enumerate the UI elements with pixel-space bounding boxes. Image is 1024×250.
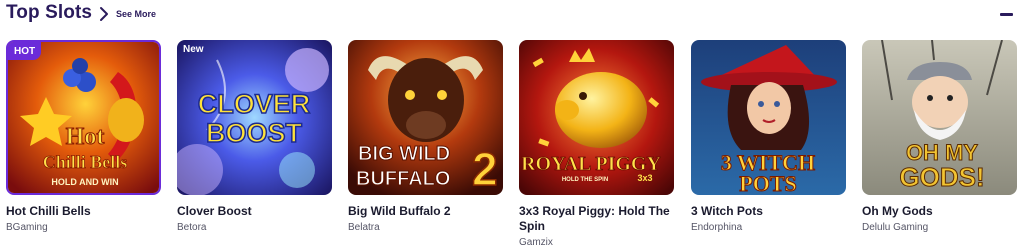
svg-text:Hot: Hot [66, 124, 105, 150]
game-provider[interactable]: Delulu Gaming [862, 221, 1017, 234]
game-provider[interactable]: Gamzix [519, 236, 674, 249]
game-thumbnail[interactable]: OH MY GODS! [862, 40, 1017, 195]
game-card[interactable]: OH MY GODS! Oh My Gods Delulu Gaming [862, 40, 1017, 234]
svg-text:3x3: 3x3 [637, 173, 652, 183]
game-carousel: Hot Chilli Bells HOLD AND WIN HOT Hot Ch… [6, 40, 1018, 250]
game-thumbnail[interactable]: 3 WITCH POTS [691, 40, 846, 195]
game-title[interactable]: Clover Boost [177, 204, 332, 219]
svg-text:POTS: POTS [739, 171, 796, 195]
new-badge: New [183, 44, 204, 55]
game-card[interactable]: Hot Chilli Bells HOLD AND WIN HOT Hot Ch… [6, 40, 161, 234]
game-title[interactable]: Hot Chilli Bells [6, 204, 161, 219]
game-artwork: CLOVER BOOST [177, 40, 332, 195]
game-title[interactable]: Big Wild Buffalo 2 [348, 204, 503, 219]
hot-badge: HOT [8, 42, 42, 60]
chevron-right-icon [100, 7, 108, 21]
svg-text:BIG WILD: BIG WILD [358, 143, 450, 165]
game-artwork: ROYAL PIGGY HOLD THE SPIN 3x3 [519, 40, 674, 195]
game-thumbnail[interactable]: BIG WILD BUFFALO 2 [348, 40, 503, 195]
game-title[interactable]: Oh My Gods [862, 204, 1017, 219]
svg-text:HOLD THE SPIN: HOLD THE SPIN [562, 177, 608, 183]
game-card[interactable]: BIG WILD BUFFALO 2 Big Wild Buffalo 2 Be… [348, 40, 503, 234]
section-header: Top Slots See More [0, 0, 1024, 30]
svg-text:Chilli Bells: Chilli Bells [43, 152, 128, 172]
game-title[interactable]: 3 Witch Pots [691, 204, 846, 219]
game-artwork: OH MY GODS! [862, 40, 1017, 195]
see-more-label: See More [116, 9, 157, 19]
svg-text:GODS!: GODS! [899, 162, 984, 192]
game-provider[interactable]: BGaming [6, 221, 161, 234]
game-title[interactable]: 3x3 Royal Piggy: Hold The Spin [519, 204, 674, 234]
game-artwork: Hot Chilli Bells HOLD AND WIN [8, 42, 159, 193]
svg-text:HOLD AND WIN: HOLD AND WIN [51, 177, 118, 187]
game-card[interactable]: ROYAL PIGGY HOLD THE SPIN 3x3 3x3 Royal … [519, 40, 674, 249]
see-more-link[interactable]: See More [98, 6, 156, 22]
game-provider[interactable]: Endorphina [691, 221, 846, 234]
svg-text:BUFFALO: BUFFALO [356, 168, 450, 190]
game-card[interactable]: 3 WITCH POTS 3 Witch Pots Endorphina [691, 40, 846, 234]
svg-text:ROYAL PIGGY: ROYAL PIGGY [521, 153, 661, 175]
section-title: Top Slots [6, 2, 93, 23]
game-provider[interactable]: Belatra [348, 221, 503, 234]
game-thumbnail[interactable]: ROYAL PIGGY HOLD THE SPIN 3x3 [519, 40, 674, 195]
game-thumbnail[interactable]: Hot Chilli Bells HOLD AND WIN HOT [6, 40, 161, 195]
game-artwork: 3 WITCH POTS [691, 40, 846, 195]
game-card[interactable]: CLOVER BOOST New Clover Boost Betora [177, 40, 332, 234]
game-artwork: BIG WILD BUFFALO 2 [348, 40, 503, 195]
svg-text:2: 2 [472, 143, 498, 195]
game-thumbnail[interactable]: CLOVER BOOST New [177, 40, 332, 195]
svg-text:CLOVER: CLOVER [198, 89, 311, 119]
game-provider[interactable]: Betora [177, 221, 332, 234]
svg-text:BOOST: BOOST [206, 118, 303, 148]
carousel-scroll-indicator[interactable] [1000, 13, 1013, 16]
